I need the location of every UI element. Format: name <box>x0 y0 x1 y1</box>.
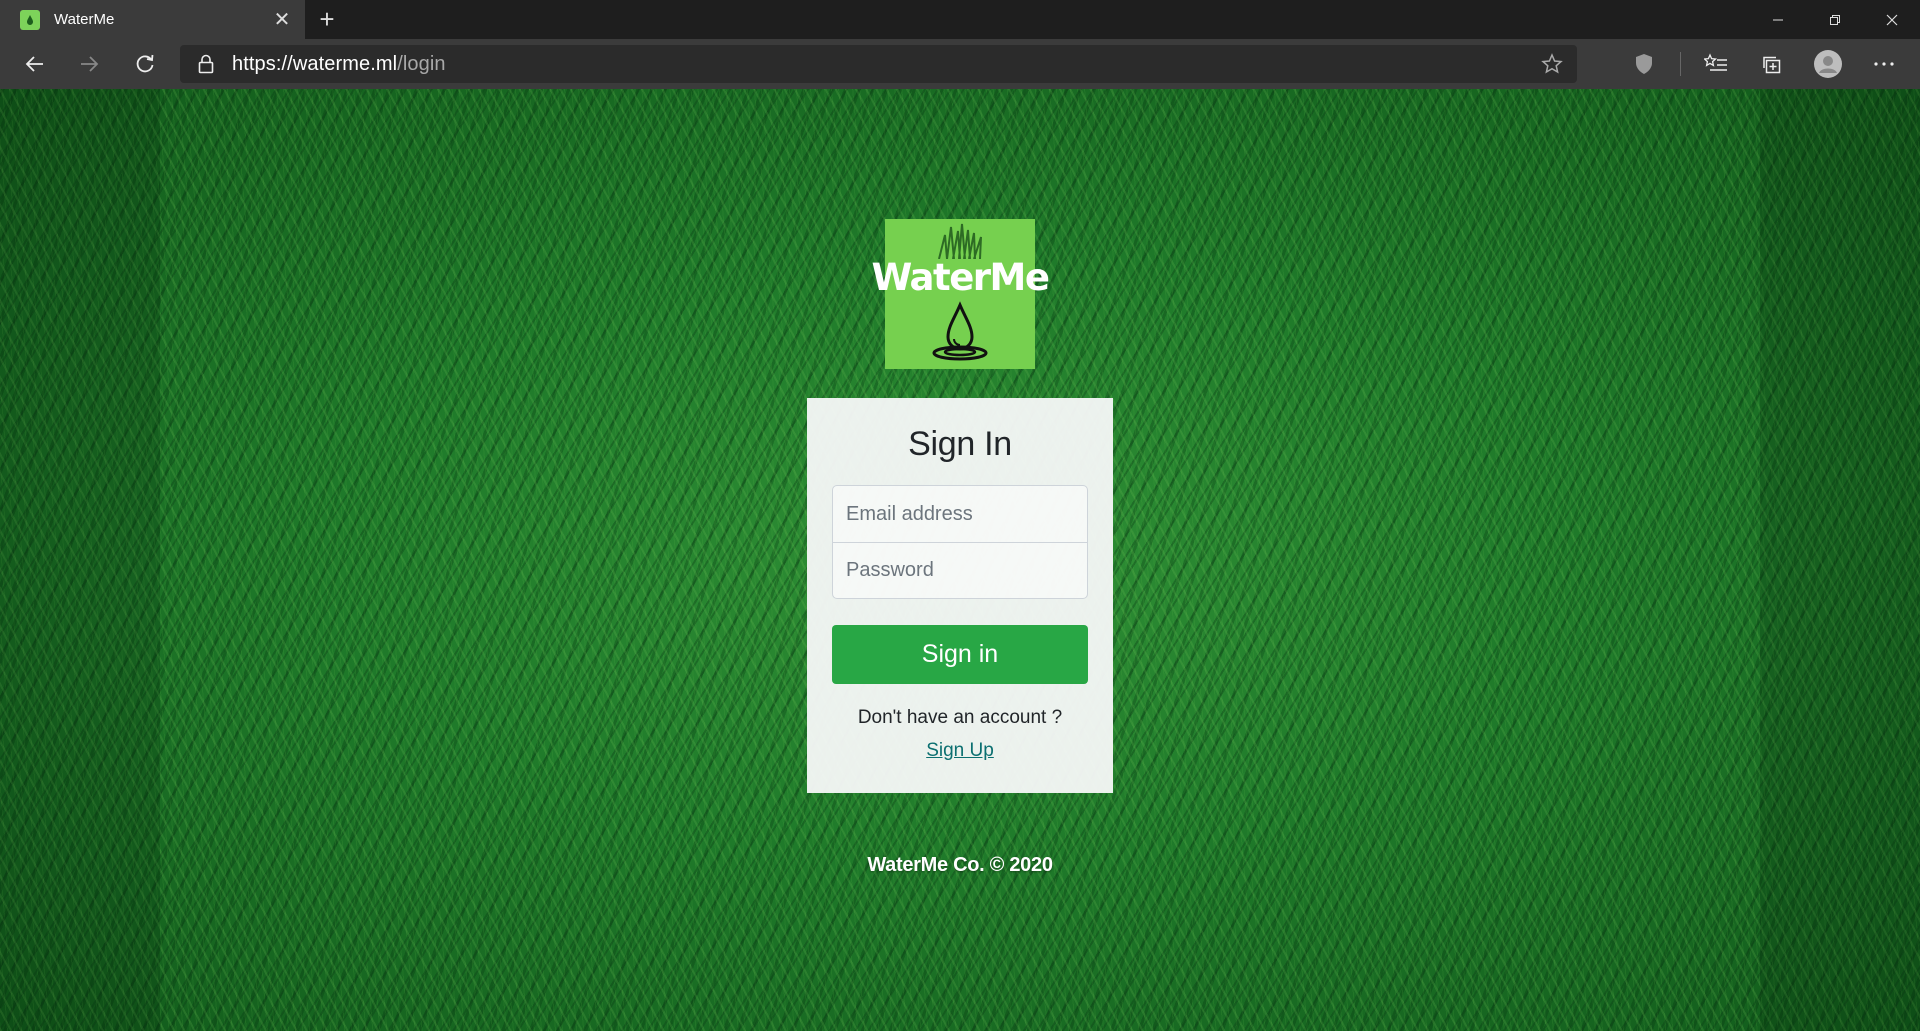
logo-text: WaterMe <box>871 256 1050 299</box>
toolbar-divider <box>1680 52 1681 76</box>
page-background: WaterMe Sign In Sign in Don't have an ac… <box>0 89 1920 1031</box>
more-icon[interactable] <box>1864 39 1904 89</box>
watering-can-icon <box>20 9 40 30</box>
plus-icon[interactable]: + <box>305 0 349 39</box>
back-arrow-icon[interactable] <box>8 39 62 89</box>
water-drop-icon <box>932 301 988 361</box>
grass-icon <box>938 223 982 259</box>
minimize-icon[interactable] <box>1749 0 1806 39</box>
signup-link[interactable]: Sign Up <box>926 740 994 762</box>
password-field[interactable] <box>833 542 1087 598</box>
tab-strip: WaterMe ✕ + <box>0 0 1920 39</box>
no-account-text: Don't have an account ? <box>857 707 1063 728</box>
email-field[interactable] <box>833 486 1087 542</box>
collections-icon[interactable] <box>1752 39 1792 89</box>
background-shade <box>1760 89 1920 1031</box>
star-icon[interactable] <box>1541 53 1563 80</box>
signin-card: Sign In Sign in Don't have an account ? … <box>807 398 1113 793</box>
url-text: https://waterme.ml/login <box>232 52 446 75</box>
credentials-group <box>832 485 1088 599</box>
browser-tab[interactable]: WaterMe ✕ <box>0 0 305 39</box>
tab-title: WaterMe <box>54 11 115 28</box>
close-icon[interactable] <box>1863 0 1920 39</box>
restore-icon[interactable] <box>1806 0 1863 39</box>
browser-toolbar: https://waterme.ml/login <box>0 39 1920 89</box>
close-icon[interactable]: ✕ <box>271 10 293 30</box>
address-bar[interactable]: https://waterme.ml/login <box>180 45 1577 83</box>
waterme-logo: WaterMe <box>872 219 1050 369</box>
profile-icon[interactable] <box>1808 39 1848 89</box>
window-controls <box>1749 0 1920 39</box>
forward-arrow-icon[interactable] <box>62 39 116 89</box>
background-shade <box>0 89 160 1031</box>
favorites-list-icon[interactable] <box>1696 39 1736 89</box>
shield-icon[interactable] <box>1624 39 1664 89</box>
signin-button[interactable]: Sign in <box>832 625 1088 684</box>
lock-icon <box>180 54 232 74</box>
footer-copyright: WaterMe Co. © 2020 <box>867 854 1053 876</box>
refresh-icon[interactable] <box>118 39 172 89</box>
signin-title: Sign In <box>908 425 1012 463</box>
